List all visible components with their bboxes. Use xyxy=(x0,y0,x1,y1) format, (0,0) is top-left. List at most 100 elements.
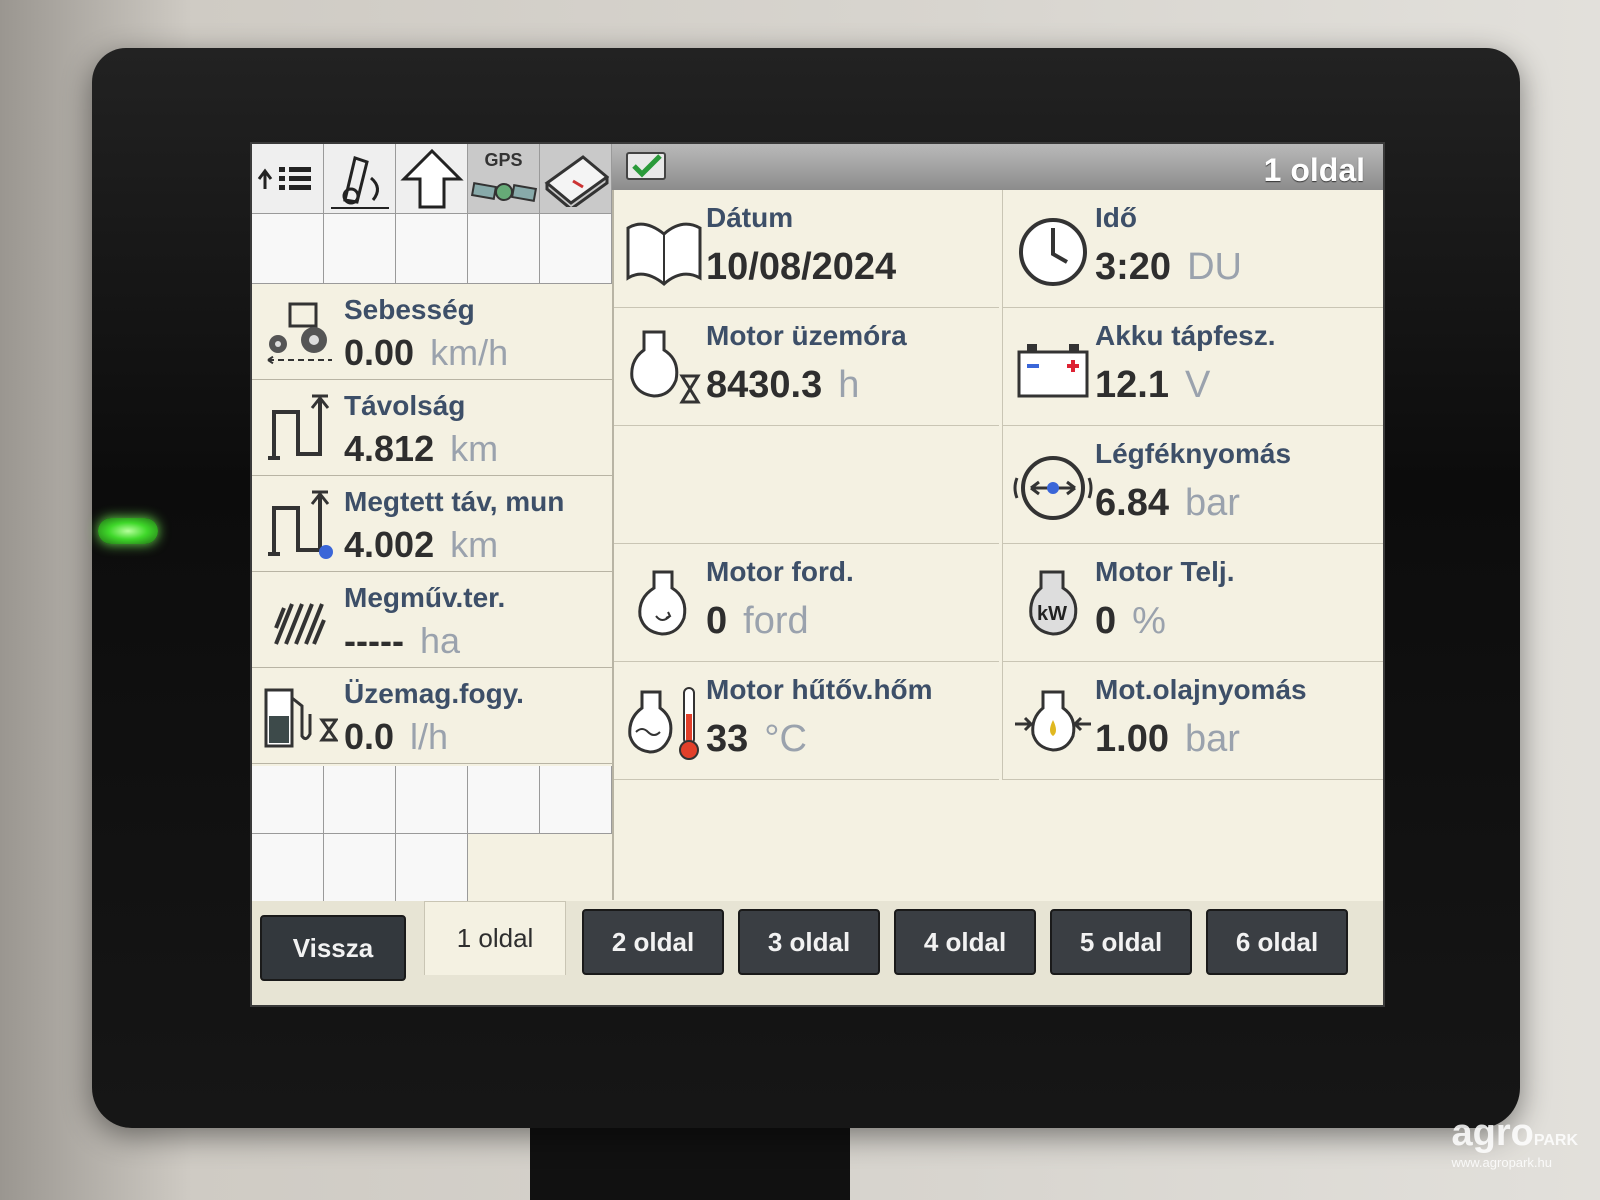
empty-slot[interactable] xyxy=(396,214,468,284)
coolant-temp-unit: °C xyxy=(764,718,807,760)
calendar-book-icon xyxy=(626,222,702,286)
page-header: 1 oldal xyxy=(612,144,1383,190)
engine-hours-value: 8430.3 xyxy=(706,364,823,406)
area-label: Megműv.ter. xyxy=(344,582,506,613)
fuel-value: 0.0 xyxy=(344,716,395,757)
area-unit: ha xyxy=(419,620,460,661)
tab-page-5[interactable]: 5 oldal xyxy=(1050,909,1192,975)
hitch-icon xyxy=(330,155,389,209)
watermark-url: www.agropark.hu xyxy=(1451,1155,1552,1170)
fuel-label: Üzemag.fogy. xyxy=(344,678,524,709)
toolbar-empty-slots xyxy=(252,214,612,284)
display-screen: GPS 1 oldal Sebesség 0.00 km/h Távolság … xyxy=(250,142,1385,1007)
gps-button[interactable]: GPS xyxy=(468,144,540,214)
svg-text:kW: kW xyxy=(1037,603,1067,625)
area-tile[interactable]: Megműv.ter. ----- ha xyxy=(252,572,612,668)
watermark-sub: PARK xyxy=(1533,1132,1578,1149)
oil-pressure-tile[interactable]: Mot.olajnyomás 1.00 bar xyxy=(1002,662,1383,780)
battery-icon xyxy=(1017,344,1089,398)
work-distance-label: Megtett táv, mun xyxy=(344,486,565,517)
empty-slot[interactable] xyxy=(252,834,324,902)
back-button[interactable]: Vissza xyxy=(260,915,406,981)
work-distance-value: 4.002 xyxy=(344,524,435,565)
empty-slot[interactable] xyxy=(468,766,540,834)
empty-slot[interactable] xyxy=(396,834,468,902)
engine-rpm-tile[interactable]: Motor ford. 0 ford xyxy=(614,544,999,662)
work-distance-tile[interactable]: Megtett táv, mun 4.002 km xyxy=(252,476,612,572)
fuel-pump-icon xyxy=(264,688,338,748)
book-button[interactable] xyxy=(540,144,612,214)
engine-power-unit: % xyxy=(1132,600,1166,642)
time-unit: DU xyxy=(1187,246,1242,288)
power-led xyxy=(98,518,158,544)
speed-tile[interactable]: Sebesség 0.00 km/h xyxy=(252,284,612,380)
empty-slot[interactable] xyxy=(324,214,396,284)
hitch-button[interactable] xyxy=(324,144,396,214)
empty-slot[interactable] xyxy=(540,766,612,834)
engine-rpm-icon xyxy=(638,570,687,636)
time-label: Idő xyxy=(1095,202,1137,233)
time-value: 3:20 xyxy=(1095,246,1172,288)
tab-page-2[interactable]: 2 oldal xyxy=(582,909,724,975)
fuel-unit: l/h xyxy=(410,716,449,757)
watermark-brand: agro xyxy=(1451,1112,1534,1154)
air-brake-icon xyxy=(1013,456,1093,520)
coolant-temp-tile[interactable]: Motor hűtőv.hőm 33 °C xyxy=(614,662,999,780)
air-brake-value: 6.84 xyxy=(1095,482,1169,524)
tab-page-6[interactable]: 6 oldal xyxy=(1206,909,1348,975)
speed-unit: km/h xyxy=(430,332,509,373)
oil-pressure-label: Mot.olajnyomás xyxy=(1095,674,1307,705)
distance-label: Távolság xyxy=(344,390,466,421)
empty-slot[interactable] xyxy=(324,766,396,834)
date-value: 10/08/2024 xyxy=(706,246,897,288)
coolant-temp-label: Motor hűtőv.hőm xyxy=(706,674,933,705)
tab-page-4[interactable]: 4 oldal xyxy=(894,909,1036,975)
engine-power-tile[interactable]: kW Motor Telj. 0% xyxy=(1002,544,1383,662)
empty-slot[interactable] xyxy=(396,766,468,834)
time-tile[interactable]: Idő 3:20 DU xyxy=(1002,190,1383,308)
page-title: 1 oldal xyxy=(1263,152,1365,188)
tab-page-3[interactable]: 3 oldal xyxy=(738,909,880,975)
battery-unit: V xyxy=(1184,364,1211,406)
engine-power-icon: kW xyxy=(1029,570,1078,636)
engine-hours-tile[interactable]: Motor üzemóra 8430.3 h xyxy=(614,308,999,426)
engine-power-label: Motor Telj. xyxy=(1095,556,1235,587)
distance-tile[interactable]: Távolság 4.812 km xyxy=(252,380,612,476)
empty-slot[interactable] xyxy=(468,214,540,284)
empty-slot[interactable] xyxy=(252,214,324,284)
left-empty-slots xyxy=(252,766,612,902)
air-brake-tile[interactable]: Légféknyomás 6.84 bar xyxy=(1002,426,1383,544)
tractor-icon xyxy=(267,302,332,365)
coolant-temp-value: 33 xyxy=(706,718,749,760)
air-brake-unit: bar xyxy=(1184,482,1240,524)
menu-list-icon xyxy=(257,166,311,190)
up-arrow-button[interactable] xyxy=(396,144,468,214)
battery-tile[interactable]: Akku tápfesz. 12.1 V xyxy=(1002,308,1383,426)
work-distance-icon xyxy=(268,490,333,559)
speed-label: Sebesség xyxy=(344,294,475,325)
empty-slot[interactable] xyxy=(324,834,396,902)
main-gauges: Dátum 10/08/2024 Idő 3:20 DU Motor üzemór… xyxy=(612,190,1383,900)
oil-pressure-value: 1.00 xyxy=(1095,718,1169,760)
gps-label: GPS xyxy=(484,150,523,170)
distance-icon xyxy=(268,394,330,460)
empty-slot[interactable] xyxy=(540,214,612,284)
engine-rpm-unit: ford xyxy=(743,600,809,642)
air-brake-label: Légféknyomás xyxy=(1095,438,1292,469)
engine-power-value: 0 xyxy=(1095,600,1117,642)
oil-pressure-unit: bar xyxy=(1184,718,1240,760)
fuel-tile[interactable]: Üzemag.fogy. 0.0 l/h xyxy=(252,668,612,764)
speed-value: 0.00 xyxy=(344,332,415,373)
menu-list-button[interactable] xyxy=(252,144,324,214)
monitor-mount xyxy=(530,1120,850,1200)
date-tile[interactable]: Dátum 10/08/2024 xyxy=(614,190,999,308)
empty-slot[interactable] xyxy=(252,766,324,834)
watermark-logo: agroPARK www.agropark.hu xyxy=(1451,1112,1578,1170)
empty-tile[interactable] xyxy=(614,426,999,544)
up-arrow-icon xyxy=(399,148,464,208)
toolbar: GPS xyxy=(252,144,612,214)
battery-value: 12.1 xyxy=(1095,364,1169,406)
engine-rpm-value: 0 xyxy=(706,600,728,642)
tab-page-1[interactable]: 1 oldal xyxy=(424,901,566,975)
engine-hours-label: Motor üzemóra xyxy=(706,320,907,351)
